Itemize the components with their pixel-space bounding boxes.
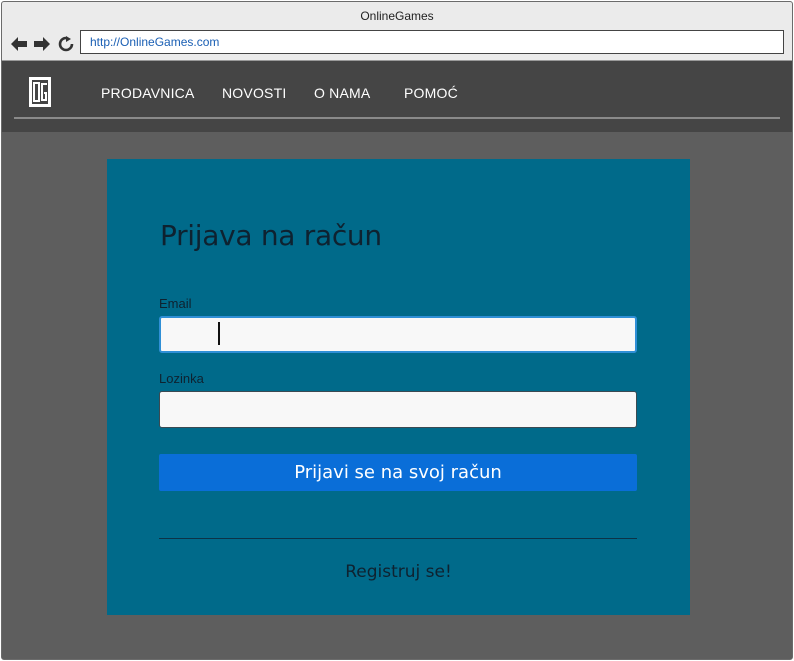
text-caret <box>218 322 220 345</box>
password-label: Lozinka <box>159 371 204 386</box>
window-title: OnlineGames <box>360 8 434 23</box>
nav-item-prodavnica[interactable]: PRODAVNICA <box>101 85 195 101</box>
email-field-wrapper <box>107 316 690 353</box>
address-bar[interactable]: http://OnlineGames.com <box>80 30 784 54</box>
login-title: Prijava na račun <box>160 219 382 252</box>
browser-window: OnlineGames http://OnlineGames.com PRODA… <box>1 1 793 660</box>
arrow-right-icon[interactable] <box>32 34 52 54</box>
register-link[interactable]: Registruj se! <box>107 562 690 582</box>
nav-item-novosti[interactable]: NOVOSTI <box>222 85 286 101</box>
nav-item-pomoc[interactable]: POMOĆ <box>404 85 458 101</box>
login-submit-button[interactable]: Prijavi se na svoj račun <box>159 454 637 491</box>
reload-icon[interactable] <box>56 34 76 54</box>
card-divider <box>159 538 637 539</box>
email-field[interactable] <box>159 316 637 353</box>
arrow-left-icon[interactable] <box>9 34 29 54</box>
password-field[interactable] <box>159 391 637 428</box>
email-label: Email <box>159 296 192 311</box>
url-text: http://OnlineGames.com <box>90 35 220 49</box>
og-logo-icon[interactable] <box>28 76 52 108</box>
page-content: Prijava na račun Email Lozinka Prijavi s… <box>2 132 792 659</box>
browser-titlebar: OnlineGames <box>2 2 792 29</box>
browser-toolbar: http://OnlineGames.com <box>2 29 792 61</box>
nav-item-o-nama[interactable]: O NAMA <box>314 85 370 101</box>
site-navbar: PRODAVNICA NOVOSTI O NAMA POMOĆ <box>2 61 792 132</box>
login-card: Prijava na račun Email Lozinka Prijavi s… <box>107 159 690 615</box>
navbar-divider <box>14 117 780 119</box>
